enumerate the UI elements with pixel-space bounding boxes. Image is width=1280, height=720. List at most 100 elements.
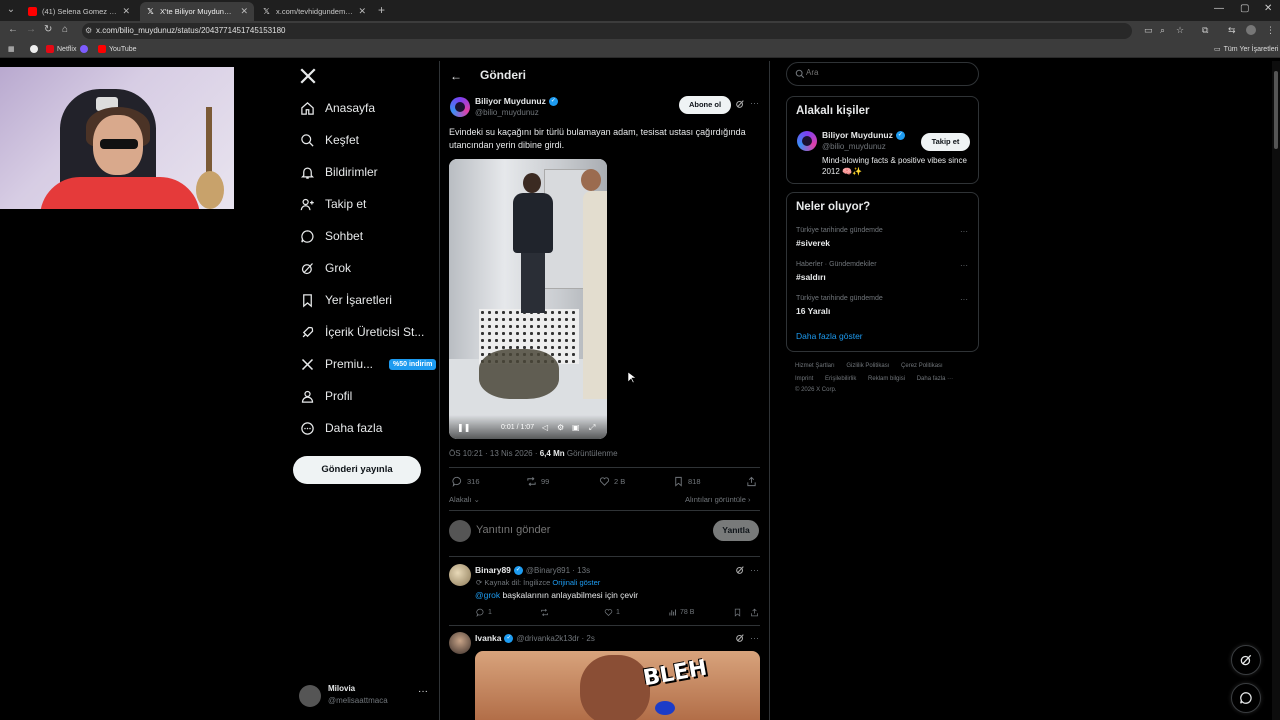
share-action[interactable] xyxy=(750,608,759,617)
mention-link[interactable]: @grok xyxy=(475,590,500,600)
grok-icon[interactable] xyxy=(735,565,745,575)
view-quotes-link[interactable]: Alıntıları görüntüle › xyxy=(685,495,750,504)
nav-grok[interactable]: Grok xyxy=(299,255,351,281)
extensions-icon[interactable]: ⧉ xyxy=(1202,25,1208,36)
star-icon[interactable]: ☆ xyxy=(1176,25,1184,36)
bookmark-extension[interactable] xyxy=(30,45,38,53)
subscribe-button[interactable]: Abone ol xyxy=(679,96,731,114)
footer-link[interactable]: Daha fazla ··· xyxy=(917,376,953,382)
footer-link[interactable]: Reklam bilgisi xyxy=(868,376,905,382)
nav-follow[interactable]: Takip et xyxy=(299,191,366,217)
more-dots-icon[interactable]: ··· xyxy=(418,686,428,697)
forward-icon[interactable]: → xyxy=(26,24,36,35)
nav-bookmarks[interactable]: Yer İşaretleri xyxy=(299,287,392,313)
post-video[interactable]: ❚❚ 0:01 / 1:07 ◁ ⚙ ▣ ⤢ xyxy=(449,159,607,439)
like-action[interactable]: 1 xyxy=(604,608,620,617)
picture-in-picture-icon[interactable]: ▣ xyxy=(572,423,580,432)
nav-creator-studio[interactable]: İçerik Üreticisi St... xyxy=(299,319,424,345)
more-dots-icon[interactable]: ··· xyxy=(960,261,968,270)
close-window-button[interactable]: ✕ xyxy=(1264,3,1272,14)
more-dots-icon[interactable]: ··· xyxy=(960,295,968,304)
search-input[interactable] xyxy=(806,68,966,77)
trend-item[interactable]: #saldırı xyxy=(796,272,826,282)
reply-author[interactable]: Binary89 ✓ @Binary891 · 13s xyxy=(475,565,590,575)
sort-replies-dropdown[interactable]: Alakalı ⌄ xyxy=(449,495,480,504)
reply-action[interactable]: 316 xyxy=(452,476,480,487)
more-dots-icon[interactable]: ··· xyxy=(960,227,968,236)
reply-input[interactable] xyxy=(476,524,696,536)
trend-item[interactable]: #siverek xyxy=(796,238,830,248)
follow-button[interactable]: Takip et xyxy=(921,133,970,151)
nav-explore[interactable]: Keşfet xyxy=(299,127,359,153)
show-original-link[interactable]: Orijinali göster xyxy=(552,578,600,587)
bookmark-youtube[interactable]: YouTube xyxy=(98,45,137,53)
back-arrow-icon[interactable]: ← xyxy=(450,69,462,83)
post-button[interactable]: Gönderi yayınla xyxy=(293,456,421,484)
reply-action[interactable]: 1 xyxy=(476,608,492,617)
repost-action[interactable]: 99 xyxy=(526,476,549,487)
repost-action[interactable] xyxy=(540,608,549,617)
bookmark-action[interactable]: 818 xyxy=(673,476,701,487)
apps-grid-icon[interactable]: ▦ xyxy=(8,45,15,53)
settings-icon[interactable]: ⚙ xyxy=(557,423,564,432)
new-tab-button[interactable]: + xyxy=(378,3,385,17)
browser-tab-x-other[interactable]: 𝕏 x.com/tevhidgundemi/status/2... ✕ xyxy=(256,2,372,21)
minimize-window-button[interactable]: — xyxy=(1214,3,1224,14)
share-action[interactable] xyxy=(746,476,757,487)
bookmark-other[interactable] xyxy=(80,45,88,53)
grok-icon[interactable] xyxy=(735,633,745,643)
tab-search-icon[interactable]: ⌄ xyxy=(4,3,18,17)
show-more-link[interactable]: Daha fazla göster xyxy=(796,331,863,341)
nav-premium[interactable]: Premiu... %50 indirim xyxy=(299,351,437,377)
nav-profile[interactable]: Profil xyxy=(299,383,352,409)
more-dots-icon[interactable]: ··· xyxy=(750,565,759,575)
views-action[interactable]: 78 B xyxy=(668,608,694,617)
account-switcher[interactable]: Milovia @melisaattmaca ··· xyxy=(299,683,434,711)
browser-tab-x-active[interactable]: 𝕏 X'te Biliyor Muydunuz: "Evi... ✕ xyxy=(140,2,254,21)
post-author-handle[interactable]: @bilio_muydunuz xyxy=(475,108,539,117)
avatar[interactable] xyxy=(449,564,471,586)
sidebar-toggle-icon[interactable]: ⇆ xyxy=(1228,25,1236,36)
avatar[interactable] xyxy=(449,632,471,654)
mute-icon[interactable]: ◁ xyxy=(542,423,548,432)
author-avatar[interactable] xyxy=(450,97,470,117)
nav-more[interactable]: Daha fazla xyxy=(299,415,382,441)
messages-floating-button[interactable] xyxy=(1231,683,1261,713)
profile-avatar[interactable] xyxy=(1246,25,1256,35)
related-person-name[interactable]: Biliyor Muydunuz ✓ xyxy=(822,130,905,140)
footer-link[interactable]: Çerez Politikası xyxy=(901,363,943,369)
home-icon[interactable]: ⌂ xyxy=(62,24,68,35)
bookmark-action[interactable] xyxy=(733,608,742,617)
nav-notifications[interactable]: Bildirimler xyxy=(299,159,378,185)
all-bookmarks[interactable]: ▭ Tüm Yer İşaretleri xyxy=(1214,45,1278,54)
more-dots-icon[interactable]: ··· xyxy=(750,98,759,108)
footer-link[interactable]: Hizmet Şartları xyxy=(795,363,835,369)
grok-icon[interactable] xyxy=(735,99,745,109)
close-tab-icon[interactable]: ✕ xyxy=(358,6,366,17)
maximize-window-button[interactable]: ▢ xyxy=(1240,3,1249,14)
footer-link[interactable]: Gizlilik Politikası xyxy=(846,363,889,369)
trend-item[interactable]: 16 Yaralı xyxy=(796,306,830,316)
page-scrollbar[interactable] xyxy=(1272,61,1280,720)
pause-icon[interactable]: ❚❚ xyxy=(457,423,470,432)
footer-link[interactable]: Imprint xyxy=(795,376,813,382)
browser-tab-youtube[interactable]: (41) Selena Gomez - People You... ✕ xyxy=(22,2,136,21)
cast-icon[interactable]: ▭ xyxy=(1144,25,1153,36)
bookmark-netflix[interactable]: Netflix xyxy=(46,45,76,53)
zoom-icon[interactable]: ⌕ xyxy=(1160,25,1165,36)
x-logo-icon[interactable] xyxy=(299,67,317,85)
post-author[interactable]: Biliyor Muydunuz ✓ xyxy=(475,96,558,106)
avatar[interactable] xyxy=(797,131,817,151)
url-field[interactable]: ⚙ x.com/bilio_muydunuz/status/2043771451… xyxy=(82,23,1132,39)
grok-floating-button[interactable] xyxy=(1231,645,1261,675)
close-tab-icon[interactable]: ✕ xyxy=(122,6,130,17)
reply-author[interactable]: Ivanka ✓ @drivanka2k13dr · 2s xyxy=(475,633,595,643)
back-icon[interactable]: ← xyxy=(8,24,18,35)
nav-home[interactable]: Anasayfa xyxy=(299,95,375,121)
footer-link[interactable]: Erişilebilirlik xyxy=(825,376,856,382)
scrollbar-thumb[interactable] xyxy=(1274,71,1278,149)
like-action[interactable]: 2 B xyxy=(599,476,625,487)
reload-icon[interactable]: ↻ xyxy=(44,24,52,35)
more-dots-icon[interactable]: ··· xyxy=(750,633,759,643)
reply-gif[interactable]: BLEH xyxy=(475,651,760,720)
